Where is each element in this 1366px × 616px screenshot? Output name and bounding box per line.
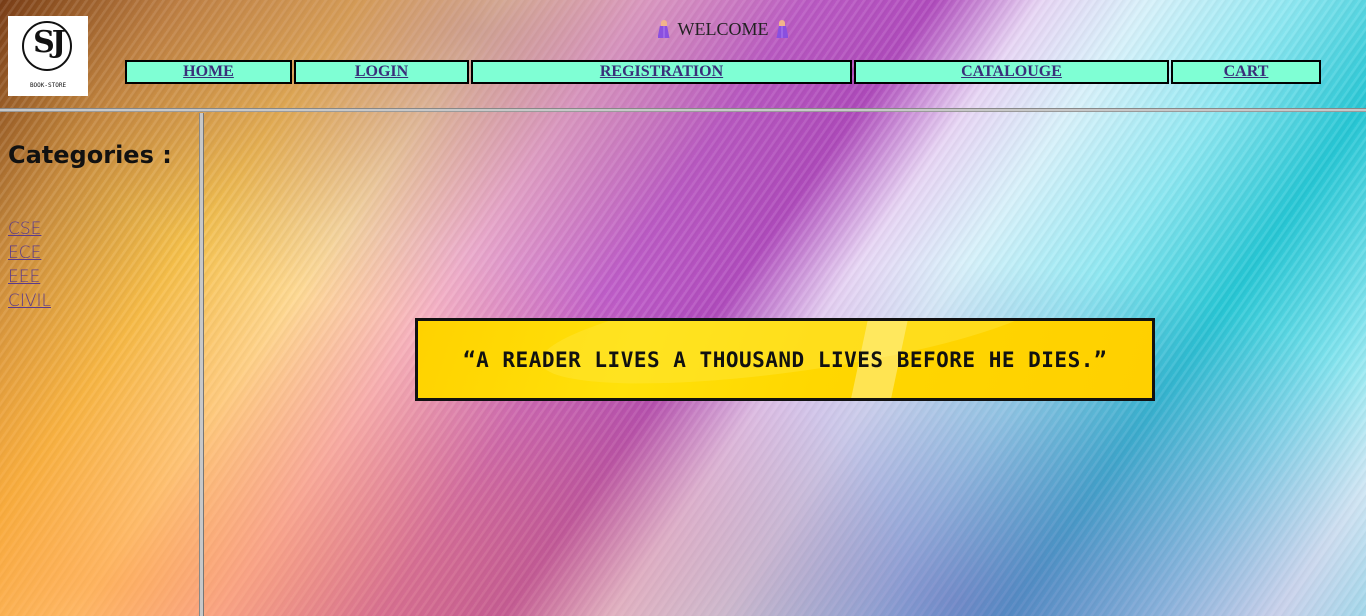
nav-cart-link[interactable]: CART <box>1171 60 1321 84</box>
logo-caption: BOOK-STORE <box>29 82 67 89</box>
list-item: CSE <box>8 219 51 243</box>
category-link-civil[interactable]: CIVIL <box>8 291 51 311</box>
list-item: CIVIL <box>8 291 51 315</box>
list-item: ECE <box>8 243 51 267</box>
header: SJ BOOK-STORE WELCOME HOME LOGIN REGISTR… <box>0 0 1366 108</box>
category-list: CSE ECE EEE CIVIL <box>8 219 51 315</box>
logo-monogram: SJ <box>33 25 66 60</box>
nav-catalogue-link[interactable]: CATALOUGE <box>854 60 1169 84</box>
welcome-text: WELCOME <box>677 18 769 39</box>
category-link-eee[interactable]: EEE <box>8 267 40 287</box>
woman-icon <box>658 20 670 38</box>
nav-login-link[interactable]: LOGIN <box>294 60 469 84</box>
quote-text: “A READER LIVES A THOUSAND LIVES BEFORE … <box>462 347 1107 372</box>
category-link-ece[interactable]: ECE <box>8 243 41 263</box>
header-divider <box>0 108 1366 112</box>
categories-title: Categories : <box>8 141 172 169</box>
list-item: EEE <box>8 267 51 291</box>
woman-icon <box>776 20 788 38</box>
quote-box: “A READER LIVES A THOUSAND LIVES BEFORE … <box>415 318 1155 401</box>
frame-divider <box>199 113 204 616</box>
nav-home-link[interactable]: HOME <box>125 60 292 84</box>
welcome-banner: WELCOME <box>650 18 796 40</box>
category-link-cse[interactable]: CSE <box>8 219 41 239</box>
nav-registration-link[interactable]: REGISTRATION <box>471 60 852 84</box>
categories-sidebar: Categories : CSE ECE EEE CIVIL <box>0 113 199 616</box>
store-logo[interactable]: SJ BOOK-STORE <box>8 16 88 96</box>
